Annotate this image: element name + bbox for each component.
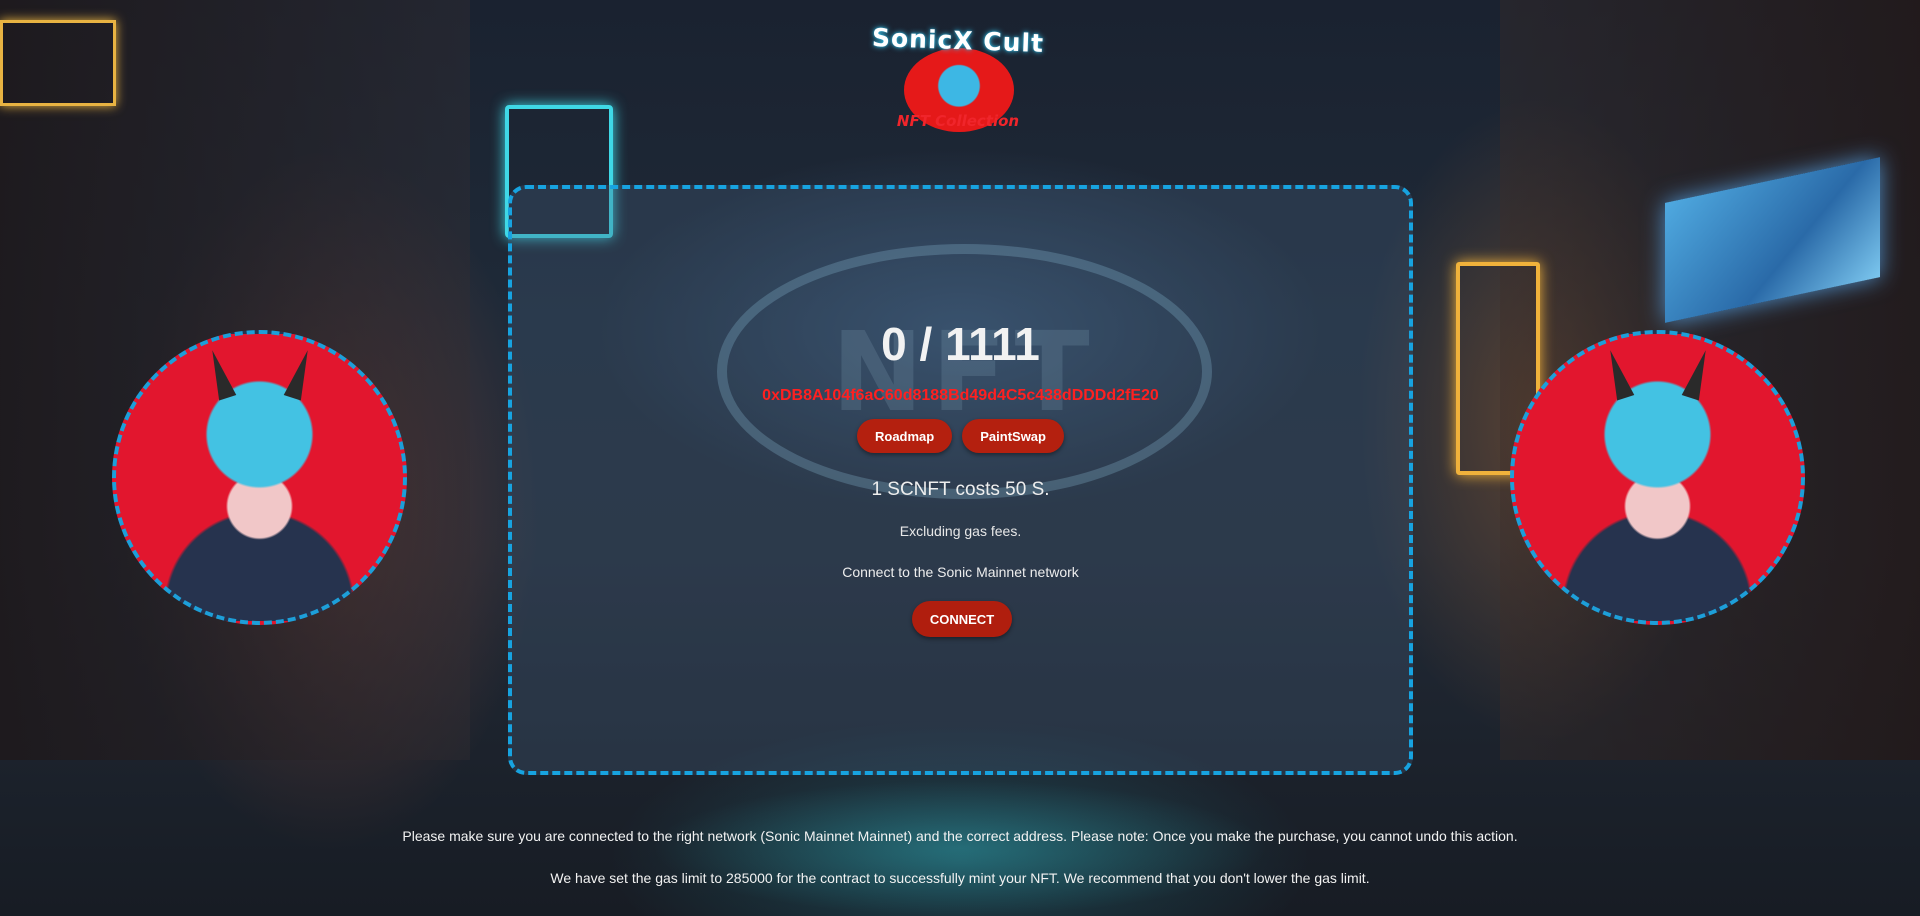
network-instruction: Connect to the Sonic Mainnet network [842,564,1079,580]
street-reflection [650,780,1270,916]
gas-limit-note: We have set the gas limit to 285000 for … [550,870,1370,886]
avatar-left-icon [112,330,407,625]
avatar-right-icon [1510,330,1805,625]
logo-subtitle: NFT Collection [896,112,1020,130]
network-note: Please make sure you are connected to th… [402,828,1518,844]
site-logo: SonicX Cult NFT Collection [858,20,1058,135]
mint-panel: NFT 0 / 1111 0xDB8A104f6aC60d8188Bd49d4C… [508,185,1413,775]
roadmap-button[interactable]: Roadmap [857,419,953,453]
gas-fee-text: Excluding gas fees. [899,523,1022,539]
nft-watermark: NFT [717,244,1212,499]
paintswap-button[interactable]: PaintSwap [962,419,1064,453]
connect-button[interactable]: CONNECT [912,601,1012,637]
cost-text: 1 SCNFT costs 50 S. [871,479,1050,500]
contract-address[interactable]: 0xDB8A104f6aC60d8188Bd49d4C5c438dDDDd2fE… [512,387,1409,405]
link-buttons: Roadmap PaintSwap [512,419,1409,453]
neon-sign-left [0,20,116,106]
mint-counter: 0 / 1111 [881,318,1040,370]
logo-title: SonicX Cult [871,23,1045,58]
